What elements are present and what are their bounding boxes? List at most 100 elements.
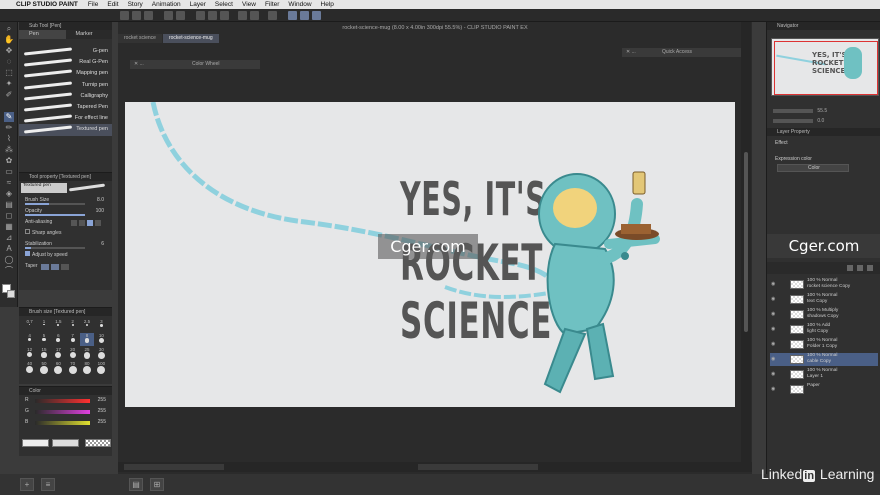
aa-none-icon[interactable] [71,220,77,226]
frame-tool-icon[interactable]: ▦ [4,222,14,232]
brush-size-option[interactable]: 70 [66,361,79,374]
adjust-speed-row[interactable]: Adjust by speed [19,250,112,261]
app-menu[interactable]: CLIP STUDIO PAINT [16,1,78,8]
menu-window[interactable]: Window [288,1,311,8]
brush-mapping-pen[interactable]: Mapping pen [19,68,112,79]
layer-row[interactable]: ◉ 100 % Normal text Copy [770,293,878,306]
brush-size-option[interactable]: 15 [37,347,50,360]
canvas-grid-icon[interactable]: ▤ [129,478,143,491]
brush-size-option[interactable]: 1 [37,319,50,332]
magic-wand-icon[interactable]: ✦ [4,79,14,89]
brush-size-option[interactable]: 50 [37,361,50,374]
layer-row[interactable]: ◉ Paper [770,383,878,396]
transparent-chip[interactable] [85,439,111,447]
delete-layer-icon[interactable] [867,265,873,271]
layer-row[interactable]: ◉ 100 % Normal Folder 1 Copy [770,338,878,351]
brush-size-option[interactable]: 6 [52,333,65,346]
menu-edit[interactable]: Edit [107,1,118,8]
menu-help[interactable]: Help [321,1,334,8]
rotation-row[interactable]: 0.0 [773,118,877,126]
blend-tool-icon[interactable]: ≈ [4,178,14,188]
brush-size-option[interactable]: 80 [80,361,93,374]
eraser-tool-icon[interactable]: ▭ [4,167,14,177]
brush-size-option[interactable]: 30 [95,347,108,360]
brush-turnip-pen[interactable]: Turnip pen [19,80,112,91]
new-layer-icon[interactable] [847,265,853,271]
decoration-tool-icon[interactable]: ✿ [4,156,14,166]
taper-row[interactable]: Taper [19,261,112,272]
v-scroll-thumb[interactable] [744,152,748,332]
sharp-angles-checkbox[interactable] [25,229,30,234]
close-icon[interactable]: ✕ ... [130,61,144,67]
zoom-row[interactable]: 55.5 [773,108,877,116]
fill-icon[interactable] [208,11,217,20]
fill-tool-icon[interactable]: ◈ [4,189,14,199]
zoom-controls[interactable] [124,464,224,470]
brush-real-g-pen[interactable]: Real G-Pen [19,57,112,68]
expression-color-select[interactable]: Color [777,164,849,172]
quick-access-panel[interactable]: ✕ ... Quick Access [622,48,750,57]
brush-size-option[interactable]: 10 [95,333,108,346]
brush-size-option[interactable]: 100 [95,361,108,374]
brush-size-option[interactable]: 0.7 [23,319,36,332]
navigator-preview[interactable]: YES, IT'S ROCKET SCIENCE [771,38,879,96]
brush-size-option[interactable]: 40 [23,361,36,374]
brush-size-option[interactable]: 8 [80,333,94,346]
brush-textured-pen[interactable]: Textured pen [19,124,112,136]
clear-icon[interactable] [196,11,205,20]
hand-tool-icon[interactable]: ✋ [4,35,14,45]
undo-icon[interactable] [164,11,173,20]
brush-size-option[interactable]: 25 [80,347,93,360]
lasso-tool-icon[interactable]: ◌ [4,57,14,67]
menu-file[interactable]: File [88,1,98,8]
text-tool-icon[interactable]: A [4,244,14,254]
balloon-tool-icon[interactable]: ◯ [4,255,14,265]
close-icon[interactable]: ✕ ... [622,49,636,55]
add-brush-icon[interactable]: + [20,478,34,491]
snap-ruler-icon[interactable] [288,11,297,20]
eye-icon[interactable]: ◉ [771,281,777,287]
menu-filter[interactable]: Filter [265,1,279,8]
brush-size-option[interactable]: 17 [52,347,65,360]
eyedropper-icon[interactable]: ✐ [4,90,14,100]
new-folder-icon[interactable] [857,265,863,271]
brush-list-icon[interactable]: ≡ [41,478,55,491]
layer-row[interactable]: ◉ 100 % Normal Layer 1 [770,368,878,381]
deselect-icon[interactable] [238,11,247,20]
color-b-row[interactable]: B 255 [19,417,112,428]
sub-color-swatch[interactable] [7,290,15,298]
menu-view[interactable]: View [242,1,256,8]
eye-icon[interactable]: ◉ [771,341,777,347]
canvas-split-icon[interactable]: ⊞ [150,478,164,491]
invert-selection-icon[interactable] [250,11,259,20]
snap-perspective-icon[interactable] [312,11,321,20]
color-r-row[interactable]: R 255 [19,395,112,406]
menu-story[interactable]: Story [128,1,143,8]
tab-pen[interactable]: Pen [19,30,66,39]
brush-size-option[interactable]: 4 [23,333,36,346]
redo-icon[interactable] [176,11,185,20]
zoom-tool-icon[interactable]: ⌕ [4,24,14,34]
sub-color-chip[interactable] [52,439,79,447]
opacity-row[interactable]: Opacity 100 [19,206,112,217]
eye-icon[interactable]: ◉ [771,296,777,302]
doc-tab-rocket-science[interactable]: rocket science [118,34,162,43]
brush-size-option[interactable]: 20 [66,347,79,360]
brush-tool-icon[interactable]: ⌇ [4,134,14,144]
menu-select[interactable]: Select [215,1,233,8]
layer-row[interactable]: ◉ 100 % Add light Copy [770,323,878,336]
layer-row[interactable]: ◉ 100 % Normal cable Copy [770,353,878,366]
brush-size-option[interactable]: 3 [95,319,108,332]
snap-grid-icon[interactable] [300,11,309,20]
vertical-scrollbar[interactable] [741,22,751,462]
snap-icon[interactable] [268,11,277,20]
aa-strong-icon[interactable] [95,220,101,226]
stabilization-row[interactable]: Stabilization 6 [19,239,112,250]
marquee-tool-icon[interactable]: ⬚ [4,68,14,78]
move-tool-icon[interactable]: ✥ [4,46,14,56]
brush-size-option[interactable]: 60 [52,361,65,374]
figure-tool-icon[interactable]: ◻ [4,211,14,221]
airbrush-tool-icon[interactable]: ⁂ [4,145,14,155]
pen-tool-icon[interactable]: ✎ [4,112,14,122]
adjust-speed-checkbox[interactable] [25,251,30,256]
